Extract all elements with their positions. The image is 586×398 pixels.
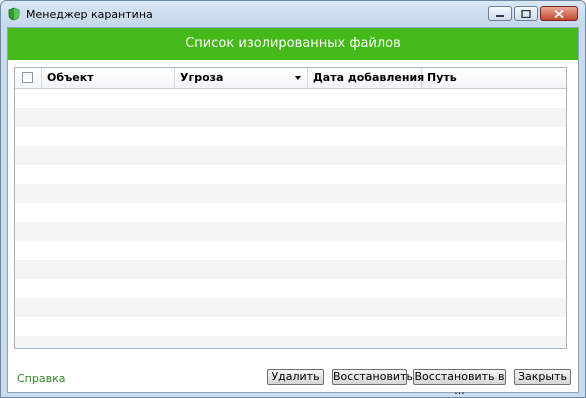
select-all-checkbox[interactable] [22,72,33,83]
restore-to-button[interactable]: Восстановить в ... [413,369,506,397]
table-body[interactable] [15,89,566,348]
quarantine-window: Менеджер карантина Список изолированных … [0,0,586,398]
column-label-path: Путь [427,71,457,84]
window-controls [486,6,578,23]
delete-button[interactable]: Удалить [267,369,324,385]
table-row [15,279,566,298]
column-label-object: Объект [47,71,94,84]
title-bar[interactable]: Менеджер карантина [1,1,585,27]
table-row [15,203,566,222]
minimize-icon [496,14,504,17]
table-row [15,184,566,203]
table-row [15,260,566,279]
table-row [15,146,566,165]
header-banner: Список изолированных файлов [8,28,578,60]
select-all-column [15,68,42,88]
column-header-date-added[interactable]: Дата добавления [308,68,425,88]
banner-title: Список изолированных файлов [185,36,401,51]
table-row [15,222,566,241]
restore-button[interactable]: Восстановить [332,369,413,385]
sort-down-icon [295,76,301,80]
table-row [15,108,566,127]
window-title: Менеджер карантина [26,8,153,21]
column-header-object[interactable]: Объект [42,68,175,88]
table-row [15,298,566,317]
quarantine-table: Объект Угроза Дата добавления Путь [14,67,567,349]
app-shield-icon [8,7,20,21]
help-link[interactable]: Справка [17,372,65,385]
maximize-button[interactable] [514,6,538,21]
column-label-date-added: Дата добавления [313,71,425,84]
close-icon [554,9,564,18]
close-window-button[interactable] [540,6,578,21]
table-row [15,336,566,348]
table-row [15,165,566,184]
table-header: Объект Угроза Дата добавления Путь [15,68,566,89]
column-header-threat[interactable]: Угроза [175,68,308,88]
table-row [15,317,566,336]
close-button[interactable]: Закрыть [514,369,571,385]
column-label-threat: Угроза [180,71,224,84]
maximize-icon [521,9,531,18]
table-row [15,127,566,146]
column-header-path[interactable]: Путь [422,68,566,88]
client-area: Список изолированных файлов Объект Угроз… [7,27,579,397]
table-row [15,89,566,108]
minimize-button[interactable] [488,6,512,21]
table-row [15,241,566,260]
